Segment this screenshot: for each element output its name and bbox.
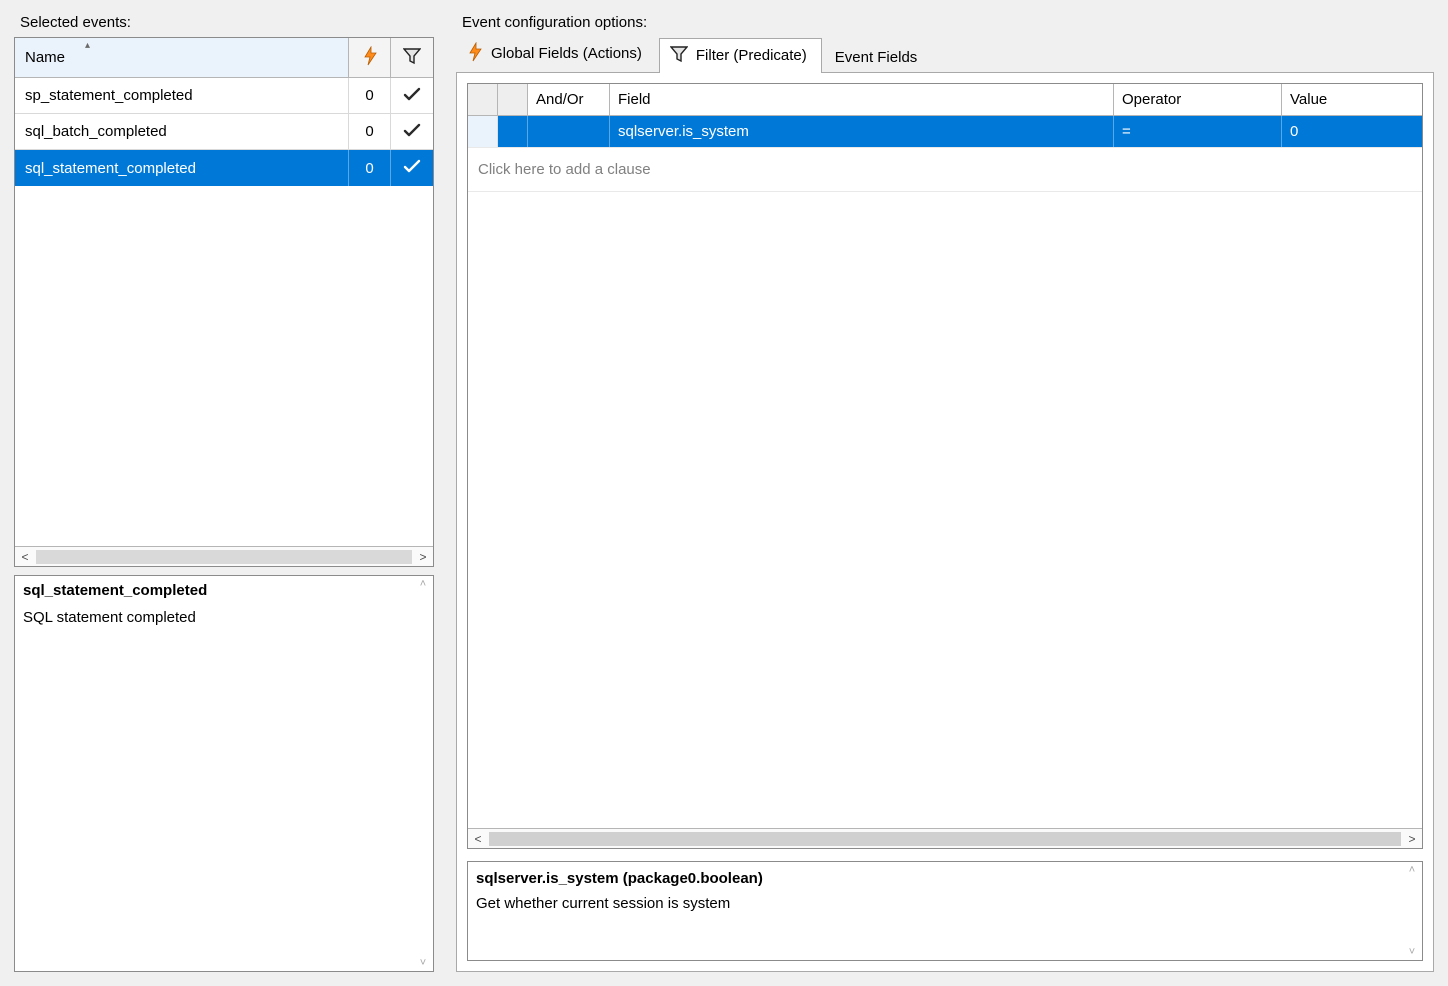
check-icon: [403, 87, 421, 105]
scroll-down-icon[interactable]: ˅: [420, 957, 426, 969]
predicate-info-body: Get whether current session is system: [476, 895, 1398, 912]
event-row[interactable]: sp_statement_completed 0: [15, 78, 433, 114]
event-filtered: [391, 114, 433, 149]
events-col-name[interactable]: Name ▴: [15, 38, 349, 77]
config-tabs: Global Fields (Actions) Filter (Predicat…: [456, 37, 1434, 73]
predicate-marker-col: [498, 84, 528, 115]
event-filtered: [391, 78, 433, 113]
lightning-icon: [467, 42, 483, 67]
check-icon: [403, 159, 421, 177]
tab-global-fields[interactable]: Global Fields (Actions): [456, 35, 657, 73]
events-hscrollbar[interactable]: < >: [15, 546, 433, 566]
sort-asc-icon: ▴: [85, 40, 90, 51]
info-vscrollbar[interactable]: ˄ ˅: [1402, 862, 1422, 960]
check-icon: [403, 123, 421, 141]
predicate-row[interactable]: sqlserver.is_system = 0: [468, 116, 1422, 148]
scroll-left-button[interactable]: <: [15, 547, 35, 567]
event-bolt-count: 0: [349, 78, 391, 113]
scroll-right-button[interactable]: >: [413, 547, 433, 567]
predicate-operator[interactable]: =: [1114, 116, 1282, 147]
funnel-icon: [670, 45, 688, 68]
scroll-up-icon[interactable]: ˄: [1409, 864, 1415, 876]
predicate-col-field[interactable]: Field: [610, 84, 1114, 115]
scrollbar-track[interactable]: [36, 550, 412, 564]
tab-filter-predicate[interactable]: Filter (Predicate): [659, 38, 822, 74]
tab-label: Filter (Predicate): [696, 48, 807, 65]
scroll-left-button[interactable]: <: [468, 829, 488, 849]
events-col-lightning[interactable]: [349, 38, 391, 77]
selected-events-label: Selected events:: [14, 10, 434, 37]
tab-label: Global Fields (Actions): [491, 46, 642, 63]
event-description-title: sql_statement_completed: [23, 582, 409, 599]
scroll-up-icon[interactable]: ˄: [420, 578, 426, 590]
event-description-body: SQL statement completed: [23, 609, 409, 626]
predicate-col-andor[interactable]: And/Or: [528, 84, 610, 115]
scroll-down-icon[interactable]: ˅: [1409, 946, 1415, 958]
funnel-icon: [403, 47, 421, 69]
predicate-info-panel: sqlserver.is_system (package0.boolean) G…: [467, 861, 1423, 961]
config-options-label: Event configuration options:: [456, 10, 1434, 37]
event-row[interactable]: sql_statement_completed 0: [15, 150, 433, 186]
event-bolt-count: 0: [349, 114, 391, 149]
predicate-row-marker: [498, 116, 528, 147]
predicate-field[interactable]: sqlserver.is_system: [610, 116, 1114, 147]
selected-events-grid[interactable]: Name ▴ sp_statement_compl: [14, 37, 434, 567]
predicate-rowheader-col: [468, 84, 498, 115]
predicate-grid[interactable]: And/Or Field Operator Value sqlserver.is…: [467, 83, 1423, 849]
predicate-value[interactable]: 0: [1282, 116, 1422, 147]
predicate-add-clause[interactable]: Click here to add a clause: [468, 148, 1422, 192]
scroll-right-button[interactable]: >: [1402, 829, 1422, 849]
predicate-col-operator[interactable]: Operator: [1114, 84, 1282, 115]
event-row[interactable]: sql_batch_completed 0: [15, 114, 433, 150]
lightning-icon: [362, 46, 378, 70]
events-col-name-label: Name: [25, 49, 65, 66]
predicate-row-header[interactable]: [468, 116, 498, 147]
event-name: sql_batch_completed: [15, 114, 349, 149]
event-description-panel: sql_statement_completed SQL statement co…: [14, 575, 434, 972]
desc-vscrollbar[interactable]: ˄ ˅: [413, 576, 433, 971]
event-bolt-count: 0: [349, 150, 391, 186]
predicate-hscrollbar[interactable]: < >: [468, 828, 1422, 848]
tab-label: Event Fields: [835, 50, 918, 67]
predicate-info-title: sqlserver.is_system (package0.boolean): [476, 870, 1398, 887]
predicate-andor[interactable]: [528, 116, 610, 147]
event-filtered: [391, 150, 433, 186]
events-col-filter[interactable]: [391, 38, 433, 77]
scrollbar-thumb[interactable]: [489, 832, 1401, 846]
tab-event-fields[interactable]: Event Fields: [824, 43, 933, 73]
event-name: sql_statement_completed: [15, 150, 349, 186]
predicate-col-value[interactable]: Value: [1282, 84, 1422, 115]
event-name: sp_statement_completed: [15, 78, 349, 113]
